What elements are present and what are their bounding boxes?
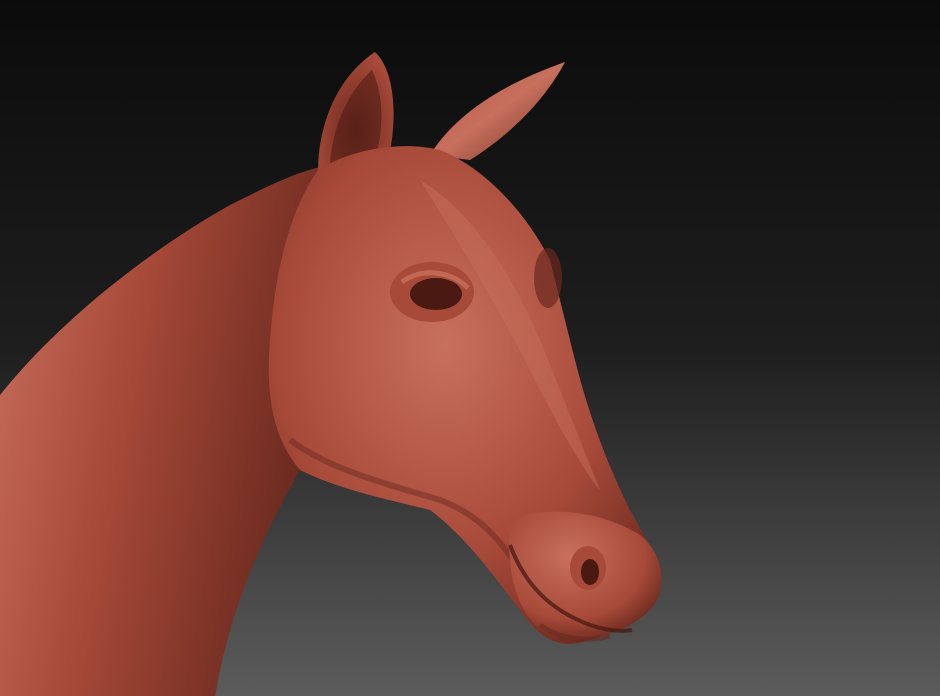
horse-eye: [410, 278, 462, 310]
viewport-3d[interactable]: [0, 0, 940, 696]
sculpt-canvas[interactable]: [0, 0, 940, 696]
horse-far-brow: [534, 248, 562, 308]
horse-nostril-hole: [581, 559, 599, 585]
